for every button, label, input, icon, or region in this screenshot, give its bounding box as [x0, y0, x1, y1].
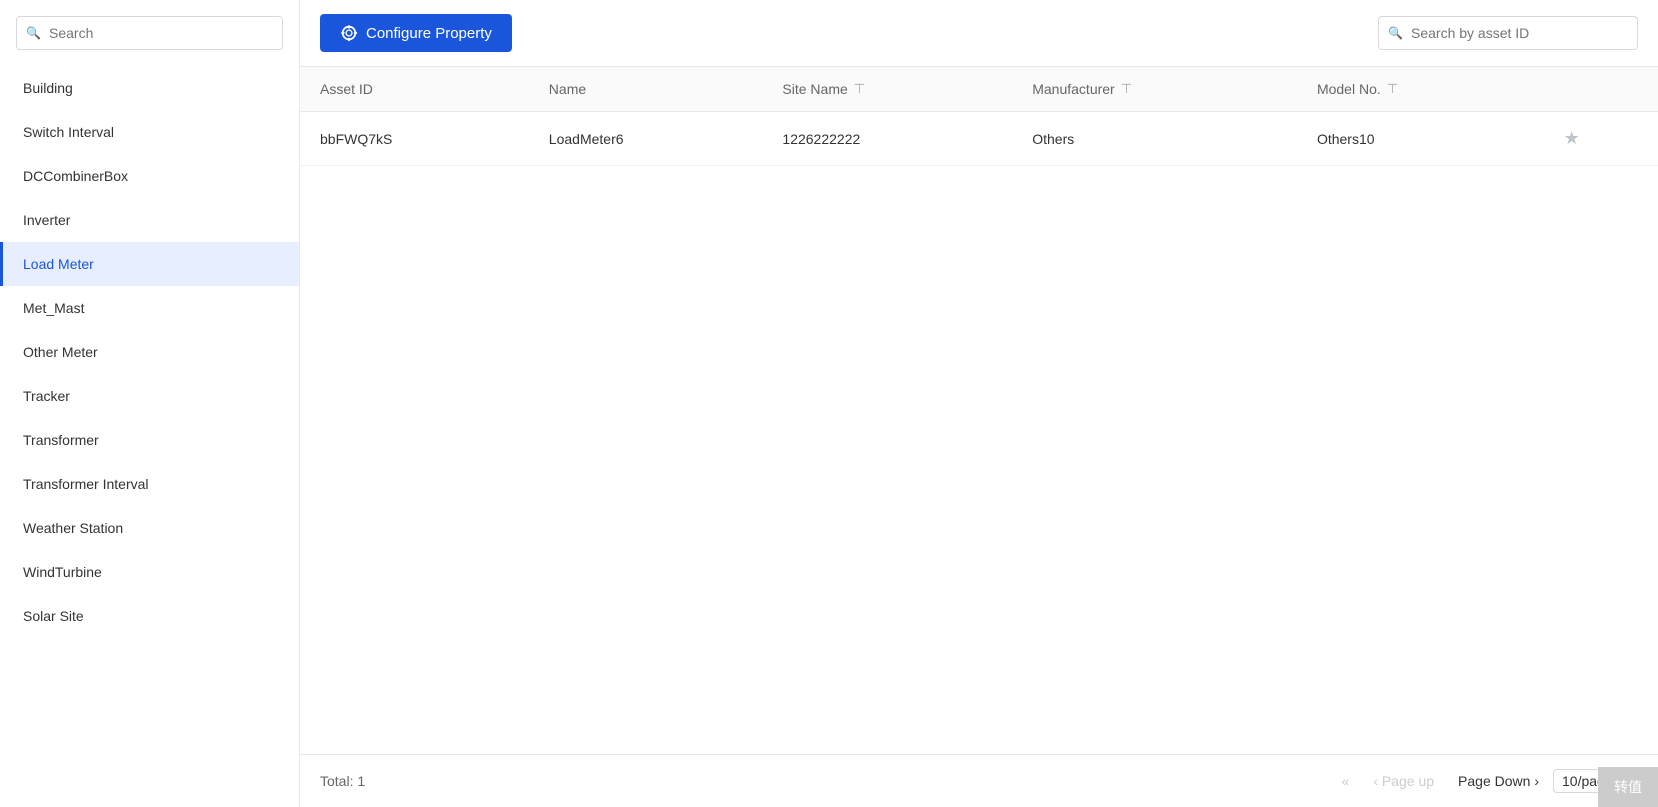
configure-property-label: Configure Property [366, 25, 492, 42]
sidebar-item-met-mast[interactable]: Met_Mast [0, 286, 299, 330]
page-down-button[interactable]: Page Down › [1448, 769, 1549, 793]
th-asset-id: Asset ID [300, 67, 529, 112]
filter-icon-site-name[interactable]: ⊤ [854, 81, 865, 97]
sidebar-item-solar-site[interactable]: Solar Site [0, 594, 299, 638]
th-site-name: Site Name ⊤ [762, 67, 1012, 112]
filter-icon-model-no[interactable]: ⊤ [1387, 81, 1398, 97]
page-up-button[interactable]: ‹ Page up [1363, 769, 1444, 793]
first-page-button[interactable]: « [1332, 769, 1360, 793]
sidebar-item-dc-combiner-box[interactable]: DCCombinerBox [0, 154, 299, 198]
sidebar-item-other-meter[interactable]: Other Meter [0, 330, 299, 374]
th-inner-asset-id: Asset ID [320, 81, 509, 97]
asset-table: Asset IDNameSite Name⊤Manufacturer⊤Model… [300, 67, 1658, 166]
cell-model_no: Others10 [1297, 112, 1544, 166]
table-row: bbFWQ7kSLoadMeter61226222222OthersOthers… [300, 112, 1658, 166]
sidebar-item-load-meter[interactable]: Load Meter [0, 242, 299, 286]
star-icon[interactable]: ★ [1564, 128, 1580, 148]
configure-icon [340, 24, 358, 42]
th-star [1544, 67, 1658, 112]
table-header-row: Asset IDNameSite Name⊤Manufacturer⊤Model… [300, 67, 1658, 112]
th-inner-name: Name [549, 81, 743, 97]
asset-search-wrapper [1378, 16, 1638, 50]
main-content: Configure Property Asset ID Name Site Name… [300, 0, 1658, 807]
sidebar-item-tracker[interactable]: Tracker [0, 374, 299, 418]
th-label-name: Name [549, 81, 586, 97]
chevron-right-icon: › [1534, 773, 1539, 789]
sidebar-search-wrapper [0, 16, 299, 66]
cell-manufacturer: Others [1012, 112, 1297, 166]
th-label-manufacturer: Manufacturer [1032, 81, 1114, 97]
th-inner-model-no: Model No. ⊤ [1317, 81, 1524, 97]
pagination-bar: Total: 1 « ‹ Page up Page Down › 10/page… [300, 754, 1658, 807]
cell-asset_id: bbFWQ7kS [300, 112, 529, 166]
sidebar-item-building[interactable]: Building [0, 66, 299, 110]
page-up-label: Page up [1382, 773, 1434, 789]
sidebar-search-input[interactable] [16, 16, 283, 50]
th-inner-manufacturer: Manufacturer ⊤ [1032, 81, 1277, 97]
bottom-right-label: 转值 [1614, 779, 1642, 795]
table-header: Asset IDNameSite Name⊤Manufacturer⊤Model… [300, 67, 1658, 112]
table-container: Asset IDNameSite Name⊤Manufacturer⊤Model… [300, 67, 1658, 754]
sidebar-item-weather-station[interactable]: Weather Station [0, 506, 299, 550]
th-inner-site-name: Site Name ⊤ [782, 81, 992, 97]
search-icon-wrapper [16, 16, 283, 50]
th-manufacturer: Manufacturer ⊤ [1012, 67, 1297, 112]
sidebar-nav: BuildingSwitch IntervalDCCombinerBoxInve… [0, 66, 299, 807]
asset-search-input[interactable] [1378, 16, 1638, 50]
sidebar-item-wind-turbine[interactable]: WindTurbine [0, 550, 299, 594]
total-count: Total: 1 [320, 773, 365, 789]
cell-star: ★ [1544, 112, 1658, 166]
cell-name: LoadMeter6 [529, 112, 763, 166]
th-label-model-no: Model No. [1317, 81, 1381, 97]
sidebar-item-inverter[interactable]: Inverter [0, 198, 299, 242]
configure-property-button[interactable]: Configure Property [320, 14, 512, 52]
th-label-asset-id: Asset ID [320, 81, 373, 97]
sidebar-item-transformer[interactable]: Transformer [0, 418, 299, 462]
cell-site_name: 1226222222 [762, 112, 1012, 166]
filter-icon-manufacturer[interactable]: ⊤ [1121, 81, 1132, 97]
th-name: Name [529, 67, 763, 112]
sidebar-item-transformer-interval[interactable]: Transformer Interval [0, 462, 299, 506]
topbar: Configure Property [300, 0, 1658, 67]
sidebar-item-switch-interval[interactable]: Switch Interval [0, 110, 299, 154]
bottom-right-button[interactable]: 转值 [1598, 767, 1658, 807]
page-down-label: Page Down [1458, 773, 1530, 789]
pagination-controls: « ‹ Page up Page Down › 10/page20/page50… [1332, 769, 1638, 793]
chevron-left-icon: ‹ [1373, 773, 1378, 789]
sidebar: BuildingSwitch IntervalDCCombinerBoxInve… [0, 0, 300, 807]
table-body: bbFWQ7kSLoadMeter61226222222OthersOthers… [300, 112, 1658, 166]
th-model-no: Model No. ⊤ [1297, 67, 1544, 112]
th-label-site-name: Site Name [782, 81, 847, 97]
